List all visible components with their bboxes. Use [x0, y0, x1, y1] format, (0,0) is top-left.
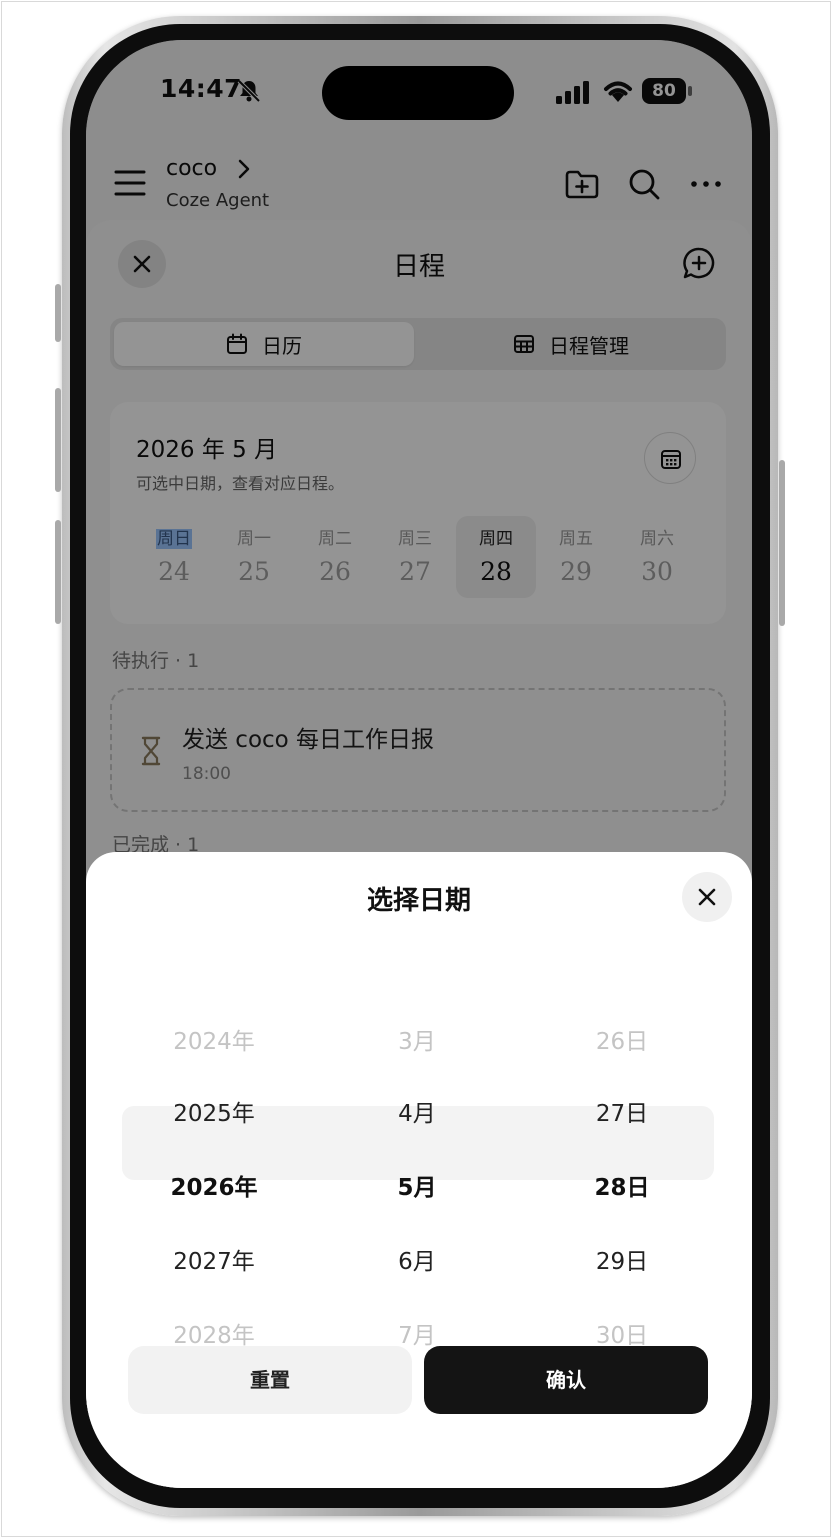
schedule-title: 日程: [392, 252, 445, 282]
volume-up-button: [55, 388, 61, 492]
day-weekday: 周五: [559, 529, 593, 549]
day-date: 28: [480, 557, 512, 586]
agent-name[interactable]: coco: [166, 156, 217, 181]
agent-subtitle: Coze Agent: [166, 190, 270, 211]
bell-muted-icon: [237, 79, 261, 103]
pending-section-label: 待执行 · 1: [112, 650, 200, 672]
wheel-option[interactable]: 26日: [542, 1022, 702, 1056]
day-weekday: 周四: [479, 529, 513, 549]
wheel-option-selected[interactable]: 5月: [337, 1168, 497, 1202]
wheel-option[interactable]: 2027年: [134, 1242, 294, 1276]
day-cell[interactable]: 周日 24: [134, 516, 214, 598]
task-title: 发送 coco 每日工作日报: [182, 727, 435, 753]
new-chat-icon[interactable]: [682, 246, 716, 280]
wifi-icon: [604, 81, 632, 102]
date-picker-sheet: 选择日期 2024年 2025年 2026年 2027年 2028年 3月 4月…: [86, 852, 752, 1488]
status-time: 14:47: [160, 74, 243, 103]
wheel-option-selected[interactable]: 2026年: [134, 1168, 294, 1202]
day-cell[interactable]: 周六 30: [617, 516, 697, 598]
table-icon: [514, 335, 534, 353]
tab-schedule-management[interactable]: 日程管理: [420, 322, 722, 366]
day-date: 29: [560, 557, 592, 586]
date-picker-button[interactable]: [644, 432, 696, 484]
calendar-icon: [227, 333, 247, 354]
action-button: [55, 284, 61, 342]
calendar-month-label[interactable]: 2026 年 5 月: [136, 430, 277, 464]
view-switcher: 日历 日程管理: [110, 318, 726, 370]
phone-screen: 14:47 80 coco Coze Agent 日程 日历 日程管理 2026…: [86, 40, 752, 1488]
hourglass-icon: [141, 736, 161, 766]
wheel-option[interactable]: 2025年: [134, 1094, 294, 1128]
day-cell[interactable]: 周五 29: [536, 516, 616, 598]
wheel-option[interactable]: 3月: [337, 1022, 497, 1056]
day-weekday: 周日: [156, 529, 192, 549]
day-date: 27: [399, 557, 431, 586]
task-time: 18:00: [182, 764, 231, 784]
power-button: [779, 460, 785, 626]
day-cell[interactable]: 周二 26: [295, 516, 375, 598]
wheel-option[interactable]: 4月: [337, 1094, 497, 1128]
more-icon[interactable]: [688, 166, 724, 202]
day-weekday: 周三: [398, 529, 432, 549]
dynamic-island: [322, 66, 514, 120]
folder-add-icon[interactable]: [564, 166, 600, 202]
date-picker-title: 选择日期: [366, 886, 471, 916]
close-icon: [698, 888, 716, 906]
day-weekday: 周六: [640, 529, 674, 549]
calendar-hint: 可选中日期，查看对应日程。: [136, 474, 345, 493]
wheel-option[interactable]: 30日: [542, 1316, 702, 1350]
cellular-signal-icon: [556, 81, 589, 104]
chevron-right-icon[interactable]: [236, 158, 252, 180]
day-weekday: 周二: [318, 529, 352, 549]
wheel-option[interactable]: 6月: [337, 1242, 497, 1276]
tab-calendar-label: 日历: [262, 333, 302, 358]
battery-indicator: 80: [642, 78, 692, 104]
battery-cap: [688, 86, 692, 96]
day-cell-selected[interactable]: 周四 28: [456, 516, 536, 598]
reset-button[interactable]: 重置: [128, 1346, 412, 1414]
task-card[interactable]: 发送 coco 每日工作日报 18:00: [110, 688, 726, 812]
battery-level: 80: [642, 78, 686, 104]
tab-schedule-management-label: 日程管理: [549, 333, 629, 358]
wheel-option[interactable]: 2028年: [134, 1316, 294, 1350]
day-weekday: 周一: [237, 529, 271, 549]
day-date: 26: [319, 557, 351, 586]
day-date: 25: [238, 557, 270, 586]
tab-calendar[interactable]: 日历: [114, 322, 414, 366]
wheel-option[interactable]: 7月: [337, 1316, 497, 1350]
day-cell[interactable]: 周一 25: [214, 516, 294, 598]
week-calendar-card: 2026 年 5 月 可选中日期，查看对应日程。 周日 24 周一 25 周二 …: [110, 402, 726, 624]
wheel-option[interactable]: 29日: [542, 1242, 702, 1276]
search-icon[interactable]: [626, 166, 662, 202]
wheel-option[interactable]: 2024年: [134, 1022, 294, 1056]
wheel-option-selected[interactable]: 28日: [542, 1168, 702, 1202]
day-date: 24: [158, 557, 190, 586]
confirm-button[interactable]: 确认: [424, 1346, 708, 1414]
calendar-grid-icon: [661, 450, 681, 469]
menu-icon[interactable]: [114, 168, 146, 198]
day-cell[interactable]: 周三 27: [375, 516, 455, 598]
wheel-option[interactable]: 27日: [542, 1094, 702, 1128]
volume-down-button: [55, 520, 61, 624]
day-date: 30: [641, 557, 673, 586]
date-picker-close-button[interactable]: [682, 872, 732, 922]
